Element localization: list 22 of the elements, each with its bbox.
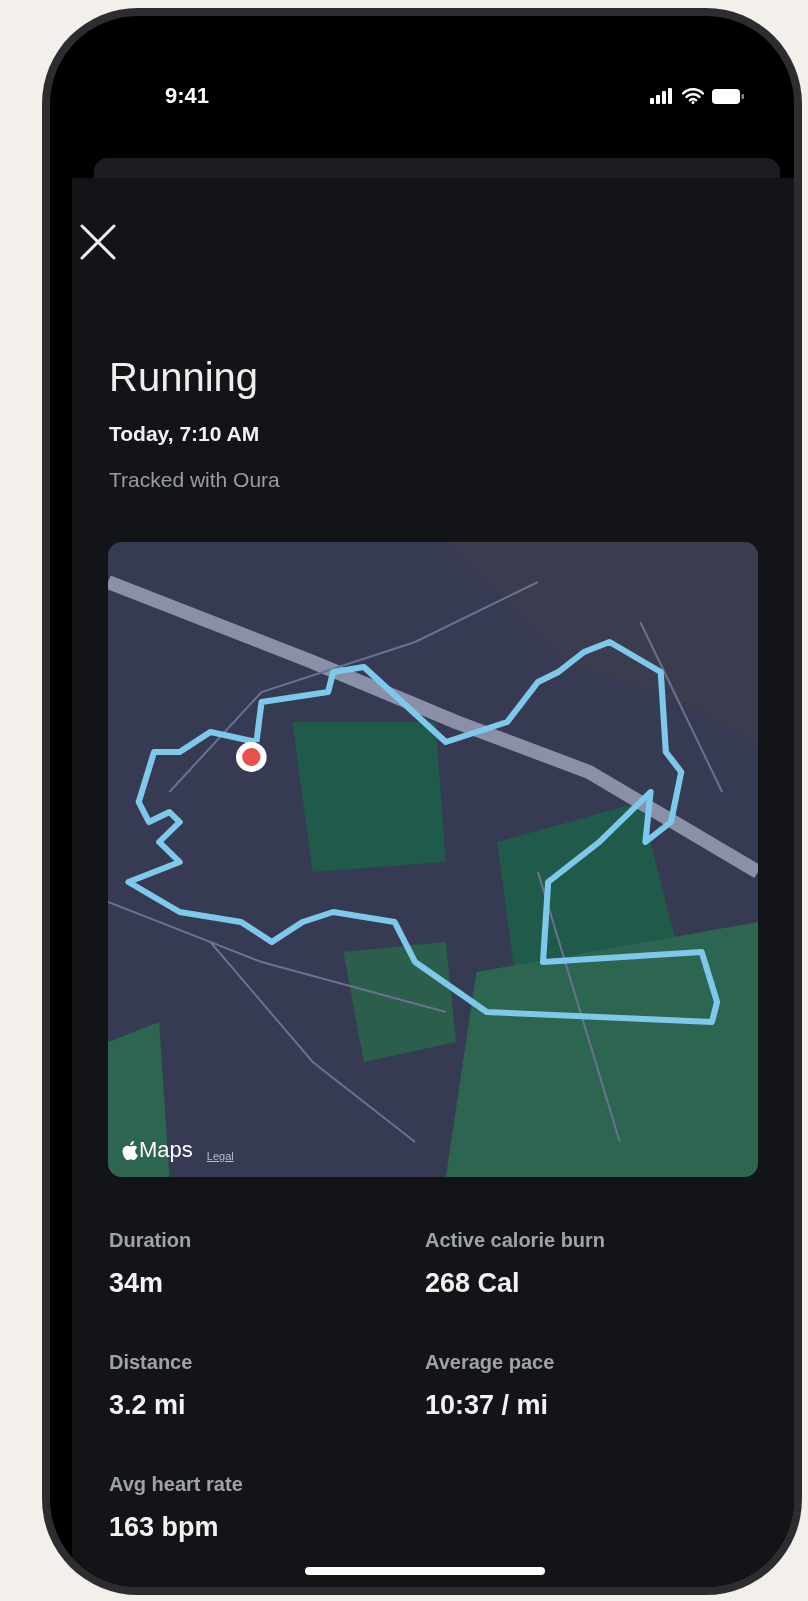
stat-label: Duration xyxy=(109,1229,193,1252)
stat-value: 3.2 mi xyxy=(109,1390,187,1421)
apple-icon xyxy=(122,1140,138,1160)
stat-value: 10:37 / mi xyxy=(425,1390,550,1421)
stat-label: Average pace xyxy=(425,1351,556,1374)
signal-icon xyxy=(650,88,674,104)
battery-icon xyxy=(712,88,744,104)
status-time: 9:41 xyxy=(165,83,210,109)
stat-label: Distance xyxy=(109,1351,194,1374)
workout-source: Tracked with Oura xyxy=(109,468,281,492)
stat-value: 163 bpm xyxy=(109,1512,220,1543)
route-map[interactable]: Maps Legal xyxy=(108,542,758,1177)
workout-title: Running xyxy=(109,355,259,400)
maps-attribution: Maps xyxy=(122,1137,193,1163)
stat-label: Active calorie burn xyxy=(425,1229,607,1252)
stat-label: Avg heart rate xyxy=(109,1473,244,1496)
wifi-icon xyxy=(682,88,704,104)
legal-link[interactable]: Legal xyxy=(206,1149,234,1162)
workout-time: Today, 7:10 AM xyxy=(109,422,261,446)
stat-value: 34m xyxy=(109,1268,165,1299)
stat-value: 268 Cal xyxy=(425,1268,521,1299)
close-icon[interactable] xyxy=(80,224,116,260)
